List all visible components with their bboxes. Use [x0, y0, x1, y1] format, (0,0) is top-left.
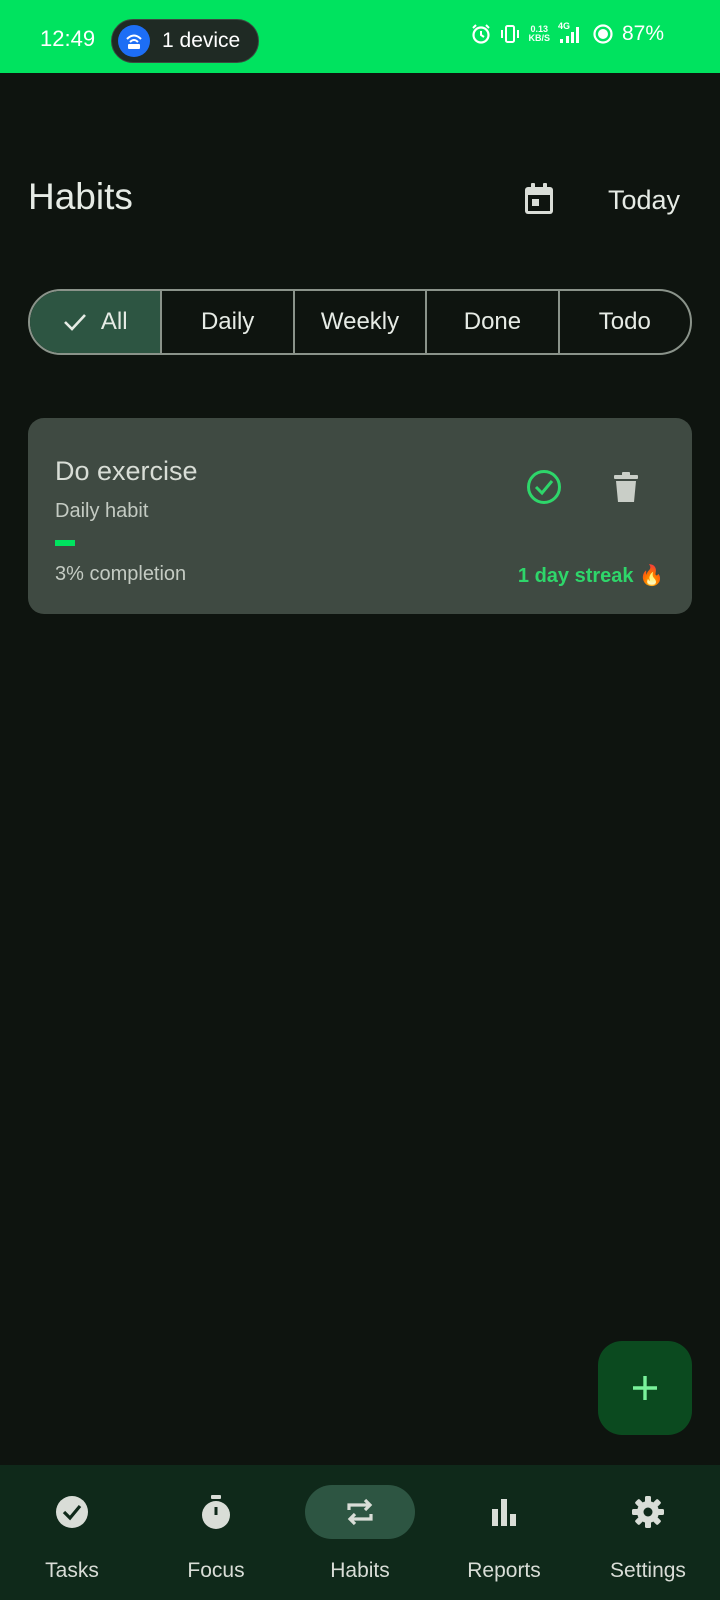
mark-done-button[interactable]: [525, 468, 563, 506]
check-icon: [63, 314, 86, 331]
nav-habits[interactable]: Habits: [288, 1465, 432, 1600]
filter-all-label: All: [100, 308, 128, 335]
plus-icon: [633, 1376, 657, 1400]
net-speed: 0.13 KB/S: [528, 25, 550, 43]
check-circle-icon: [56, 1496, 88, 1528]
nav-reports[interactable]: Reports: [432, 1465, 576, 1600]
status-bar: 12:49 1 device 0.13 KB/S 4G 87%: [0, 0, 720, 73]
bottom-navigation: Tasks Focus Habits Reports Settings: [0, 1465, 720, 1600]
delete-habit-button[interactable]: [609, 470, 643, 504]
filter-all[interactable]: All: [30, 291, 161, 353]
battery-icon: [592, 23, 614, 45]
nav-reports-label: Reports: [467, 1559, 541, 1582]
repeat-icon: [347, 1498, 373, 1526]
habit-streak: 1 day streak 🔥: [517, 565, 664, 587]
filter-todo-label: Todo: [598, 308, 651, 335]
filter-weekly[interactable]: Weekly: [292, 291, 425, 353]
habit-title: Do exercise: [55, 456, 198, 486]
nav-focus-label: Focus: [187, 1559, 245, 1582]
filter-daily[interactable]: Daily: [160, 291, 292, 353]
alarm-icon: [470, 23, 492, 45]
signal-icon: 4G: [557, 21, 584, 45]
habit-frequency: Daily habit: [55, 500, 149, 522]
hotspot-icon: [118, 25, 150, 57]
bar-chart-icon: [492, 1499, 516, 1526]
gear-icon: [632, 1496, 664, 1528]
nav-settings-label: Settings: [610, 1559, 686, 1582]
net-speed-unit: KB/S: [528, 33, 550, 43]
check-circle-icon: [527, 470, 561, 504]
habit-completion: 3% completion: [55, 563, 187, 585]
filter-done-label: Done: [463, 308, 522, 335]
nav-habits-label: Habits: [330, 1559, 390, 1582]
nav-tasks[interactable]: Tasks: [0, 1465, 144, 1600]
status-time: 12:49: [40, 26, 96, 51]
calendar-icon: [525, 183, 553, 214]
hotspot-chip[interactable]: 1 device: [111, 19, 259, 63]
nav-tasks-label: Tasks: [45, 1559, 99, 1582]
nav-settings[interactable]: Settings: [576, 1465, 720, 1600]
filter-daily-label: Daily: [200, 308, 255, 335]
today-button[interactable]: Today: [608, 185, 680, 216]
timer-icon: [202, 1495, 230, 1529]
calendar-button[interactable]: [520, 180, 558, 218]
hotspot-label: 1 device: [162, 29, 241, 52]
filter-done[interactable]: Done: [425, 291, 557, 353]
habit-card[interactable]: Do exercise Daily habit 3% completion 1 …: [28, 418, 692, 614]
network-type: 4G: [557, 21, 570, 31]
nav-focus[interactable]: Focus: [144, 1465, 288, 1600]
filter-segmented-control: All Daily Weekly Done Todo: [28, 289, 692, 355]
add-habit-button[interactable]: [598, 1341, 692, 1435]
trash-icon: [614, 472, 638, 502]
status-icons: 0.13 KB/S 4G 87%: [470, 21, 664, 46]
vibrate-icon: [500, 23, 520, 45]
habit-progress-bar: [55, 540, 355, 546]
battery-percent: 87%: [621, 22, 664, 45]
habit-progress-fill: [55, 540, 75, 546]
filter-weekly-label: Weekly: [320, 308, 400, 335]
filter-todo[interactable]: Todo: [557, 291, 690, 353]
page-title: Habits: [28, 176, 133, 217]
